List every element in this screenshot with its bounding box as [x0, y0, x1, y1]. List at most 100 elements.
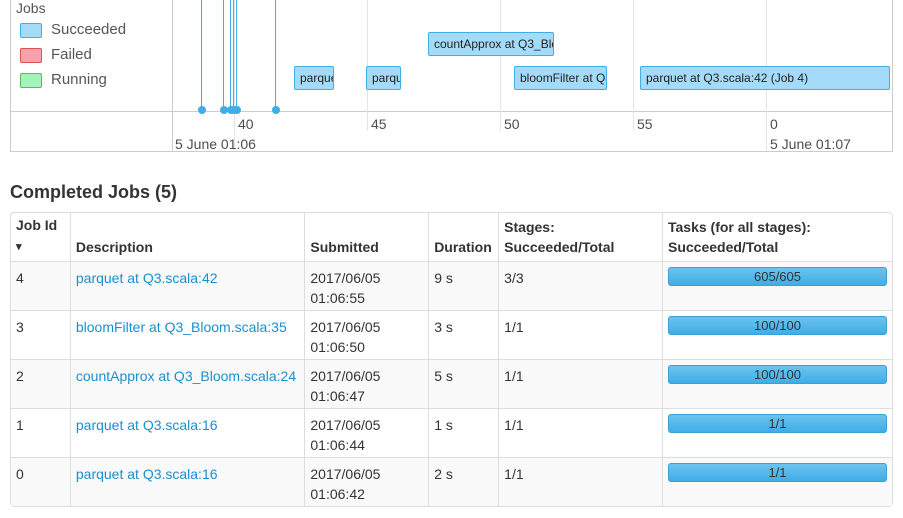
submitted-date: 2017/06/05 — [310, 319, 381, 335]
job-description-link[interactable]: parquet at Q3.scala:42 — [76, 270, 218, 286]
job-marker-dot[interactable] — [272, 106, 280, 114]
job-marker-line — [201, 0, 202, 110]
table-row: 3 bloomFilter at Q3_Bloom.scala:35 2017/… — [11, 310, 892, 359]
stages-cell: 3/3 — [498, 261, 662, 310]
axis-date-label: 5 June 01:07 — [770, 136, 851, 152]
stages-cell: 1/1 — [498, 310, 662, 359]
job-description-link[interactable]: parquet at Q3.scala:16 — [76, 417, 218, 433]
description-cell: countApprox at Q3_Bloom.scala:24 — [69, 359, 305, 408]
submitted-time: 01:06:44 — [310, 437, 365, 453]
job-marker-line — [236, 0, 237, 110]
timeline-legend: Jobs Succeeded Failed Running — [11, 0, 172, 112]
legend-label: Succeeded — [51, 21, 127, 38]
stages-cell: 1/1 — [498, 457, 662, 506]
legend-title: Jobs — [16, 0, 46, 16]
job-description-link[interactable]: parquet at Q3.scala:16 — [76, 466, 218, 482]
table-header-row: Job Id ▾ Description Submitted Duration … — [11, 213, 892, 261]
description-cell: parquet at Q3.scala:42 — [69, 261, 305, 310]
column-header-tasks[interactable]: Tasks (for all stages): Succeeded/Total — [662, 213, 892, 261]
submitted-time: 01:06:47 — [310, 388, 365, 404]
stages-cell: 1/1 — [498, 359, 662, 408]
table-row: 0 parquet at Q3.scala:16 2017/06/05 01:06… — [11, 457, 892, 506]
job-id-cell: 4 — [11, 261, 70, 310]
grid-line — [234, 0, 235, 151]
timeline-job-box[interactable]: parquet at Q3.scala:16 — [294, 66, 334, 90]
submitted-date: 2017/06/05 — [310, 368, 381, 384]
submitted-cell: 2017/06/05 01:06:44 — [304, 408, 429, 457]
column-label: Tasks (for all stages): — [668, 219, 811, 235]
axis-tick-label: 45 — [371, 116, 387, 132]
column-label: Succeeded/Total — [668, 239, 779, 255]
column-label: Stages: — [504, 219, 555, 235]
table-row: 1 parquet at Q3.scala:16 2017/06/05 01:06… — [11, 408, 892, 457]
duration-cell: 3 s — [428, 310, 499, 359]
tasks-progress-text: 100/100 — [754, 367, 801, 382]
tasks-cell: 1/1 — [662, 457, 892, 506]
job-id-cell: 2 — [11, 359, 70, 408]
tasks-cell: 605/605 — [662, 261, 892, 310]
legend-label: Running — [51, 71, 107, 88]
submitted-time: 01:06:50 — [310, 339, 365, 355]
timeline-job-box[interactable]: parquet at Q3.scala:42 (Job 4) — [640, 66, 890, 90]
tasks-progress-bar: 100/100 — [668, 365, 887, 384]
grid-line — [500, 0, 501, 131]
job-description-link[interactable]: bloomFilter at Q3_Bloom.scala:35 — [76, 319, 287, 335]
tasks-cell: 100/100 — [662, 310, 892, 359]
duration-cell: 9 s — [428, 261, 499, 310]
grid-line — [633, 0, 634, 131]
timeline-job-box[interactable]: parquet at Q3.scala:16 — [366, 66, 401, 90]
job-marker-dot[interactable] — [233, 106, 241, 114]
job-timeline[interactable]: Jobs Succeeded Failed Running 40 45 50 5… — [10, 0, 893, 152]
column-label: Succeeded/Total — [504, 239, 615, 255]
submitted-time: 01:06:42 — [310, 486, 365, 502]
tasks-progress-bar: 605/605 — [668, 267, 887, 286]
job-marker-line — [275, 0, 276, 110]
failed-swatch — [20, 48, 42, 63]
tasks-progress-bar: 1/1 — [668, 463, 887, 482]
table-row: 4 parquet at Q3.scala:42 2017/06/05 01:06… — [11, 261, 892, 310]
job-marker-line — [223, 0, 224, 110]
column-header-submitted[interactable]: Submitted — [304, 213, 428, 261]
timeline-job-box[interactable]: countApprox at Q3_Bloom.scala:24 — [428, 32, 554, 56]
timeline-job-box[interactable]: bloomFilter at Q3_Bloom.scala:35 — [514, 66, 607, 90]
axis-tick-label: 0 — [770, 116, 778, 132]
tasks-progress-text: 1/1 — [768, 416, 787, 431]
tasks-progress-text: 1/1 — [768, 465, 787, 480]
sort-desc-icon: ▾ — [16, 241, 22, 253]
submitted-cell: 2017/06/05 01:06:47 — [304, 359, 429, 408]
column-header-job-id[interactable]: Job Id ▾ — [11, 213, 70, 261]
job-description-link[interactable]: countApprox at Q3_Bloom.scala:24 — [76, 368, 296, 384]
description-cell: parquet at Q3.scala:16 — [69, 457, 305, 506]
tasks-progress-text: 100/100 — [754, 318, 801, 333]
submitted-date: 2017/06/05 — [310, 270, 381, 286]
table-row: 2 countApprox at Q3_Bloom.scala:24 2017/… — [11, 359, 892, 408]
tasks-cell: 100/100 — [662, 359, 892, 408]
submitted-cell: 2017/06/05 01:06:55 — [304, 261, 429, 310]
job-marker-line — [230, 0, 231, 110]
column-label: Job Id — [16, 217, 58, 233]
timeline-divider — [172, 0, 173, 151]
column-header-stages[interactable]: Stages: Succeeded/Total — [498, 213, 662, 261]
axis-tick-label: 55 — [637, 116, 653, 132]
duration-cell: 5 s — [428, 359, 499, 408]
axis-date-label: 5 June 01:06 — [175, 136, 256, 152]
job-marker-dot[interactable] — [198, 106, 206, 114]
job-marker-line — [233, 0, 234, 110]
job-id-cell: 3 — [11, 310, 70, 359]
tasks-progress-bar: 1/1 — [668, 414, 887, 433]
submitted-date: 2017/06/05 — [310, 466, 381, 482]
completed-jobs-heading[interactable]: Completed Jobs (5) — [10, 182, 177, 203]
tasks-cell: 1/1 — [662, 408, 892, 457]
running-swatch — [20, 73, 42, 88]
description-cell: parquet at Q3.scala:16 — [69, 408, 305, 457]
tasks-progress-text: 605/605 — [754, 269, 801, 284]
timeline-axis-line — [11, 111, 892, 112]
column-header-duration[interactable]: Duration — [428, 213, 498, 261]
job-id-cell: 1 — [11, 408, 70, 457]
submitted-date: 2017/06/05 — [310, 417, 381, 433]
column-header-description[interactable]: Description — [69, 213, 305, 261]
stages-cell: 1/1 — [498, 408, 662, 457]
submitted-cell: 2017/06/05 01:06:50 — [304, 310, 429, 359]
axis-tick-label: 50 — [504, 116, 520, 132]
submitted-time: 01:06:55 — [310, 290, 365, 306]
